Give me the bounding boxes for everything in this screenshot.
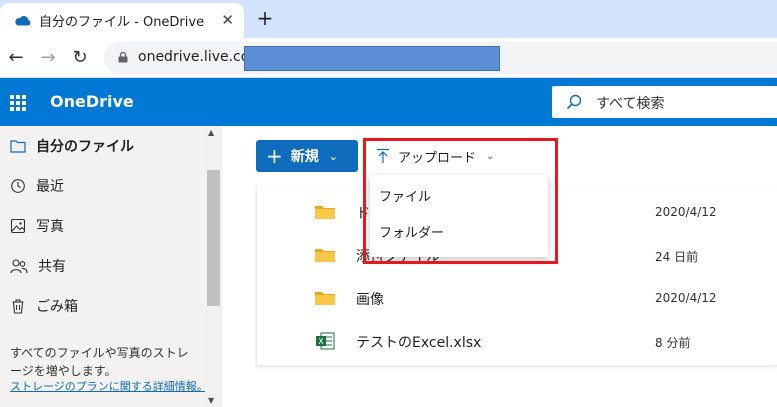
trash-icon [12,299,24,314]
reload-icon[interactable]: ↻ [68,46,92,70]
svg-text:X: X [318,337,324,346]
people-icon [10,259,28,274]
file-name[interactable]: テストのExcel.xlsx [356,332,481,352]
forward-icon[interactable]: → [36,46,60,70]
sidebar-item-shared[interactable]: 共有 [0,246,205,286]
search-icon [566,94,582,110]
table-row[interactable]: 画像 2020/4/12 [257,277,777,321]
plus-icon: + [266,144,283,168]
photo-icon [10,218,26,234]
onedrive-cloud-icon [15,16,31,26]
file-name[interactable]: 画像 [356,289,384,309]
scrollbar-thumb[interactable] [207,170,220,306]
folder-icon [315,249,335,262]
sidebar-item-my-files[interactable]: 自分のファイル [0,126,205,166]
sidebar-item-label: 自分のファイル [36,139,134,155]
browser-tab-strip: 自分のファイル - OneDrive ✕ + [0,0,777,38]
upload-menu: ファイル フォルダー [370,175,548,257]
search-input[interactable]: すべて検索 [552,86,777,118]
upload-folder-menu-item[interactable]: フォルダー [370,216,548,252]
sidebar-item-label: 最近 [36,179,64,195]
clock-icon [11,179,25,193]
upload-icon [377,148,389,163]
tab-title: 自分のファイル - OneDrive [39,15,205,30]
chevron-down-icon: ⌄ [486,150,495,162]
chevron-down-icon: ⌄ [328,149,338,163]
sidebar-item-recycle-bin[interactable]: ごみ箱 [0,286,205,326]
browser-tab[interactable]: 自分のファイル - OneDrive ✕ [0,3,244,38]
back-icon[interactable]: ← [4,46,28,70]
redaction-block [244,46,500,71]
sidebar-scrollbar[interactable]: ▲ ▼ [205,126,222,407]
app-brand[interactable]: OneDrive [50,92,134,111]
close-tab-icon[interactable]: ✕ [221,11,234,29]
sidebar-item-photos[interactable]: 写真 [0,206,205,246]
table-row[interactable]: X テストのExcel.xlsx 8 分前 [257,320,777,364]
upload-file-menu-item[interactable]: ファイル [370,180,548,216]
modified-date: 24 日前 [655,250,699,264]
app-launcher-icon[interactable] [10,95,26,111]
new-tab-icon[interactable]: + [254,6,276,30]
lock-icon [118,52,128,63]
modified-date: 2020/4/12 [655,205,717,219]
browser-toolbar: ← → ↻ onedrive.live.com [0,38,777,78]
file-name[interactable]: ド [356,203,370,223]
folder-icon [10,140,26,153]
modified-date: 2020/4/12 [655,291,717,305]
search-placeholder: すべて検索 [596,96,665,112]
storage-plans-link[interactable]: ストレージのプランに関する詳細情報。 [10,378,208,394]
excel-file-icon: X [316,332,335,350]
sidebar-item-recent[interactable]: 最近 [0,166,205,206]
upload-button-label: アップロード [398,150,477,166]
sidebar-item-label: 写真 [36,219,64,235]
folder-icon [315,206,335,219]
new-button-label: 新規 [290,149,319,165]
sidebar: 自分のファイル 最近 写真 共有 ごみ箱 すべてのファイルや写真のストレージを増… [0,126,222,407]
app-header: OneDrive すべて検索 [0,78,777,126]
sidebar-item-label: ごみ箱 [36,299,78,315]
folder-icon [315,292,335,305]
storage-promo-text: すべてのファイルや写真のストレージを増やします。 [10,346,189,378]
scroll-down-icon[interactable]: ▼ [208,396,214,405]
address-bar[interactable]: onedrive.live.com [104,42,777,74]
modified-date: 8 分前 [655,336,691,350]
sidebar-item-label: 共有 [38,259,66,275]
new-button[interactable]: + 新規 ⌄ [256,140,358,172]
upload-button[interactable]: アップロード ⌄ [376,144,494,168]
scroll-up-icon[interactable]: ▲ [208,128,214,137]
